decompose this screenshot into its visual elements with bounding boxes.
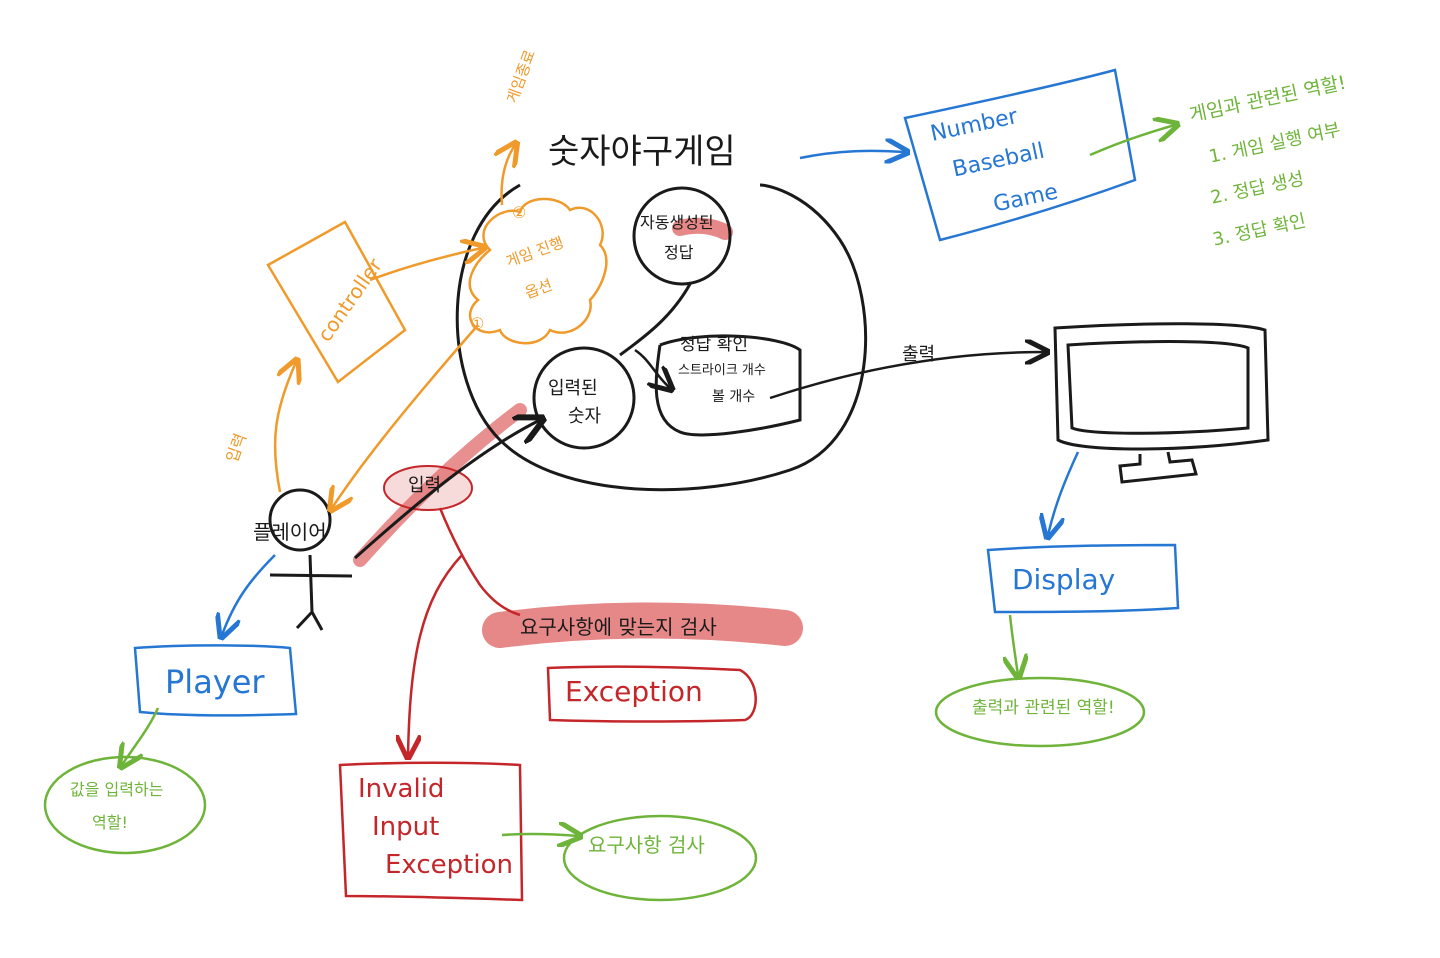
monitor-screen	[1066, 340, 1250, 435]
cloud-marker-2: ②	[512, 203, 527, 222]
display-to-role-arrow	[1010, 614, 1018, 675]
invalid-box-line-1: Invalid	[358, 774, 445, 804]
player-input-label: 입력	[408, 475, 442, 496]
player-figure-label: 플레이어	[253, 520, 327, 544]
game-to-roles-arrow	[1089, 125, 1175, 157]
player-to-role-arrow	[122, 707, 160, 765]
invalid-to-role-arrow	[501, 834, 578, 836]
figure-to-player-arrow	[222, 554, 276, 635]
player-role-oval	[43, 755, 207, 855]
game-title: 숫자야구게임	[548, 132, 736, 172]
input-to-requirement-line	[438, 507, 521, 617]
answer-check-label: 정답 확인	[680, 335, 748, 355]
generated-answer-label-1: 자동생성된	[640, 213, 714, 232]
player-box-label: Player	[165, 663, 265, 701]
invalid-role-oval	[562, 814, 758, 902]
player-role-line-1: 값을 입력하는	[70, 780, 164, 799]
player-body	[269, 554, 353, 631]
ball-count-label: 볼 개수	[712, 389, 756, 405]
display-role-label: 출력과 관련된 역할!	[972, 698, 1115, 718]
input-number-label-1: 입력된	[548, 378, 598, 399]
cloud-marker-1: ①	[470, 314, 485, 333]
monitor-stand	[1118, 451, 1198, 484]
invalid-box-line-2: Input	[372, 812, 440, 842]
monitor-to-display-arrow	[1048, 451, 1080, 535]
exception-box-label: Exception	[565, 675, 703, 708]
invalid-role-label: 요구사항 검사	[588, 833, 705, 857]
invalid-box-line-3: Exception	[385, 850, 513, 880]
input-to-check-arrow	[634, 348, 670, 388]
input-number-label-2: 숫자	[568, 406, 602, 427]
player-role-line-2: 역할!	[92, 813, 128, 832]
game-to-class-arrow	[799, 151, 905, 158]
player-to-controller-arrow	[273, 362, 296, 493]
requirement-check-label: 요구사항에 맞는지 검사	[520, 615, 717, 639]
generated-answer-label-2: 정답	[664, 243, 694, 262]
option-cloud	[468, 197, 608, 345]
display-box-label: Display	[1012, 563, 1116, 596]
input-to-invalid-exception-arrow	[408, 554, 463, 755]
output-label: 출력	[902, 344, 936, 365]
strike-count-label: 스트라이크 개수	[678, 363, 766, 378]
